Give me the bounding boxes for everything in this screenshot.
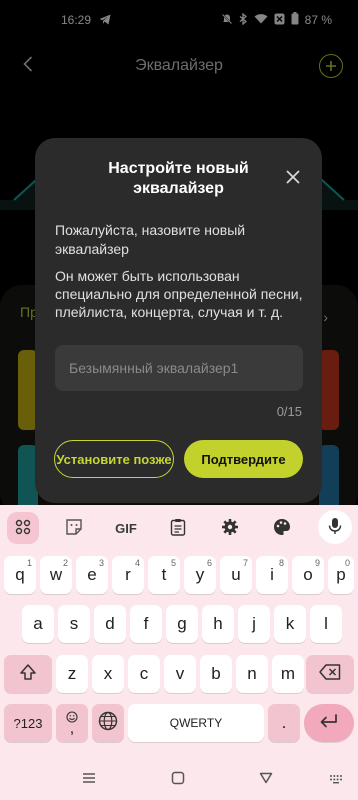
clipboard-button[interactable] xyxy=(162,514,194,542)
key-label: q xyxy=(15,565,25,584)
menu-icon xyxy=(82,771,96,789)
key-e[interactable]: e3 xyxy=(76,556,108,594)
keyboard-grid-icon xyxy=(329,771,343,789)
backspace-key[interactable] xyxy=(306,655,354,693)
sticker-icon xyxy=(65,518,83,539)
key-label: i xyxy=(270,565,274,584)
key-q[interactable]: q1 xyxy=(4,556,36,594)
key-label: w xyxy=(49,565,63,584)
keyboard-hide-button[interactable] xyxy=(326,770,346,790)
key-x[interactable]: x xyxy=(92,655,124,693)
keyboard: GIF q1 w2 e3 r4 t5 y6 u7 i8 o9 p0 a s d … xyxy=(0,505,358,760)
confirm-button[interactable]: Подтвердите xyxy=(184,440,303,478)
microphone-icon xyxy=(328,517,342,538)
key-hint: 0 xyxy=(344,558,350,568)
shift-icon xyxy=(19,663,37,686)
key-o[interactable]: o9 xyxy=(292,556,324,594)
gif-button[interactable]: GIF xyxy=(110,514,142,542)
language-key[interactable] xyxy=(92,704,124,742)
dialog-description: Он может быть использован специально для… xyxy=(55,268,303,320)
key-hint: 6 xyxy=(206,558,212,568)
key-f[interactable]: f xyxy=(130,605,162,643)
key-hint: 8 xyxy=(278,558,284,568)
key-label: t xyxy=(161,565,167,584)
key-hint: 3 xyxy=(98,558,104,568)
key-z[interactable]: z xyxy=(56,655,88,693)
dialog-title: Настройте новый эквалайзер xyxy=(108,160,249,197)
key-hint: 2 xyxy=(62,558,68,568)
palette-icon xyxy=(273,518,291,539)
key-hint: 1 xyxy=(26,558,32,568)
emoji-comma-key[interactable]: , xyxy=(56,704,88,742)
close-icon xyxy=(284,170,302,190)
key-a[interactable]: a xyxy=(22,605,54,643)
key-g[interactable]: g xyxy=(166,605,198,643)
sticker-button[interactable] xyxy=(58,514,90,542)
back-triangle-icon xyxy=(259,771,273,789)
key-i[interactable]: i8 xyxy=(256,556,288,594)
key-label: r xyxy=(125,565,131,584)
system-nav-bar xyxy=(0,760,358,800)
shift-key[interactable] xyxy=(4,655,52,693)
key-b[interactable]: b xyxy=(200,655,232,693)
key-label: y xyxy=(195,565,205,584)
key-hint: 7 xyxy=(242,558,248,568)
key-l[interactable]: l xyxy=(310,605,342,643)
key-y[interactable]: y6 xyxy=(184,556,216,594)
key-j[interactable]: j xyxy=(238,605,270,643)
key-d[interactable]: d xyxy=(94,605,126,643)
gear-icon xyxy=(221,518,239,539)
key-r[interactable]: r4 xyxy=(112,556,144,594)
key-hint: 9 xyxy=(314,558,320,568)
key-c[interactable]: c xyxy=(128,655,160,693)
key-hint: 5 xyxy=(170,558,176,568)
comma-label: , xyxy=(69,720,75,737)
key-m[interactable]: m xyxy=(272,655,304,693)
clipboard-icon xyxy=(170,518,186,539)
key-label: o xyxy=(303,565,313,584)
keyboard-apps-button[interactable] xyxy=(7,512,39,544)
voice-input-button[interactable] xyxy=(318,510,352,544)
set-later-button[interactable]: Установите позже xyxy=(54,440,174,478)
key-s[interactable]: s xyxy=(58,605,90,643)
key-n[interactable]: n xyxy=(236,655,268,693)
enter-icon xyxy=(319,713,339,734)
globe-icon xyxy=(98,711,118,736)
settings-button[interactable] xyxy=(214,514,246,542)
key-k[interactable]: k xyxy=(274,605,306,643)
character-counter: 0/15 xyxy=(276,404,302,419)
keyboard-toolbar: GIF xyxy=(0,505,358,547)
key-label: e xyxy=(87,565,97,584)
equalizer-name-input[interactable] xyxy=(55,345,303,391)
key-t[interactable]: t5 xyxy=(148,556,180,594)
key-u[interactable]: u7 xyxy=(220,556,252,594)
key-v[interactable]: v xyxy=(164,655,196,693)
back-nav-button[interactable] xyxy=(256,770,276,790)
new-equalizer-dialog: Настройте новый эквалайзер Пожалуйста, н… xyxy=(35,138,322,503)
period-key[interactable]: . xyxy=(268,704,300,742)
enter-key[interactable] xyxy=(304,704,354,742)
key-hint: 4 xyxy=(134,558,140,568)
home-button[interactable] xyxy=(168,770,188,790)
backspace-icon xyxy=(319,663,341,685)
key-label: u xyxy=(231,565,241,584)
key-w[interactable]: w2 xyxy=(40,556,72,594)
dialog-message: Пожалуйста, назовите новый эквалайзер xyxy=(55,222,246,257)
grid-icon xyxy=(15,519,31,538)
key-h[interactable]: h xyxy=(202,605,234,643)
key-label: p xyxy=(336,565,346,584)
space-key[interactable]: QWERTY xyxy=(128,704,264,742)
recents-button[interactable] xyxy=(79,770,99,790)
key-p[interactable]: p0 xyxy=(328,556,354,594)
symbols-key[interactable]: ?123 xyxy=(4,704,52,742)
home-square-icon xyxy=(171,771,185,790)
close-button[interactable] xyxy=(284,168,302,186)
theme-button[interactable] xyxy=(266,514,298,542)
